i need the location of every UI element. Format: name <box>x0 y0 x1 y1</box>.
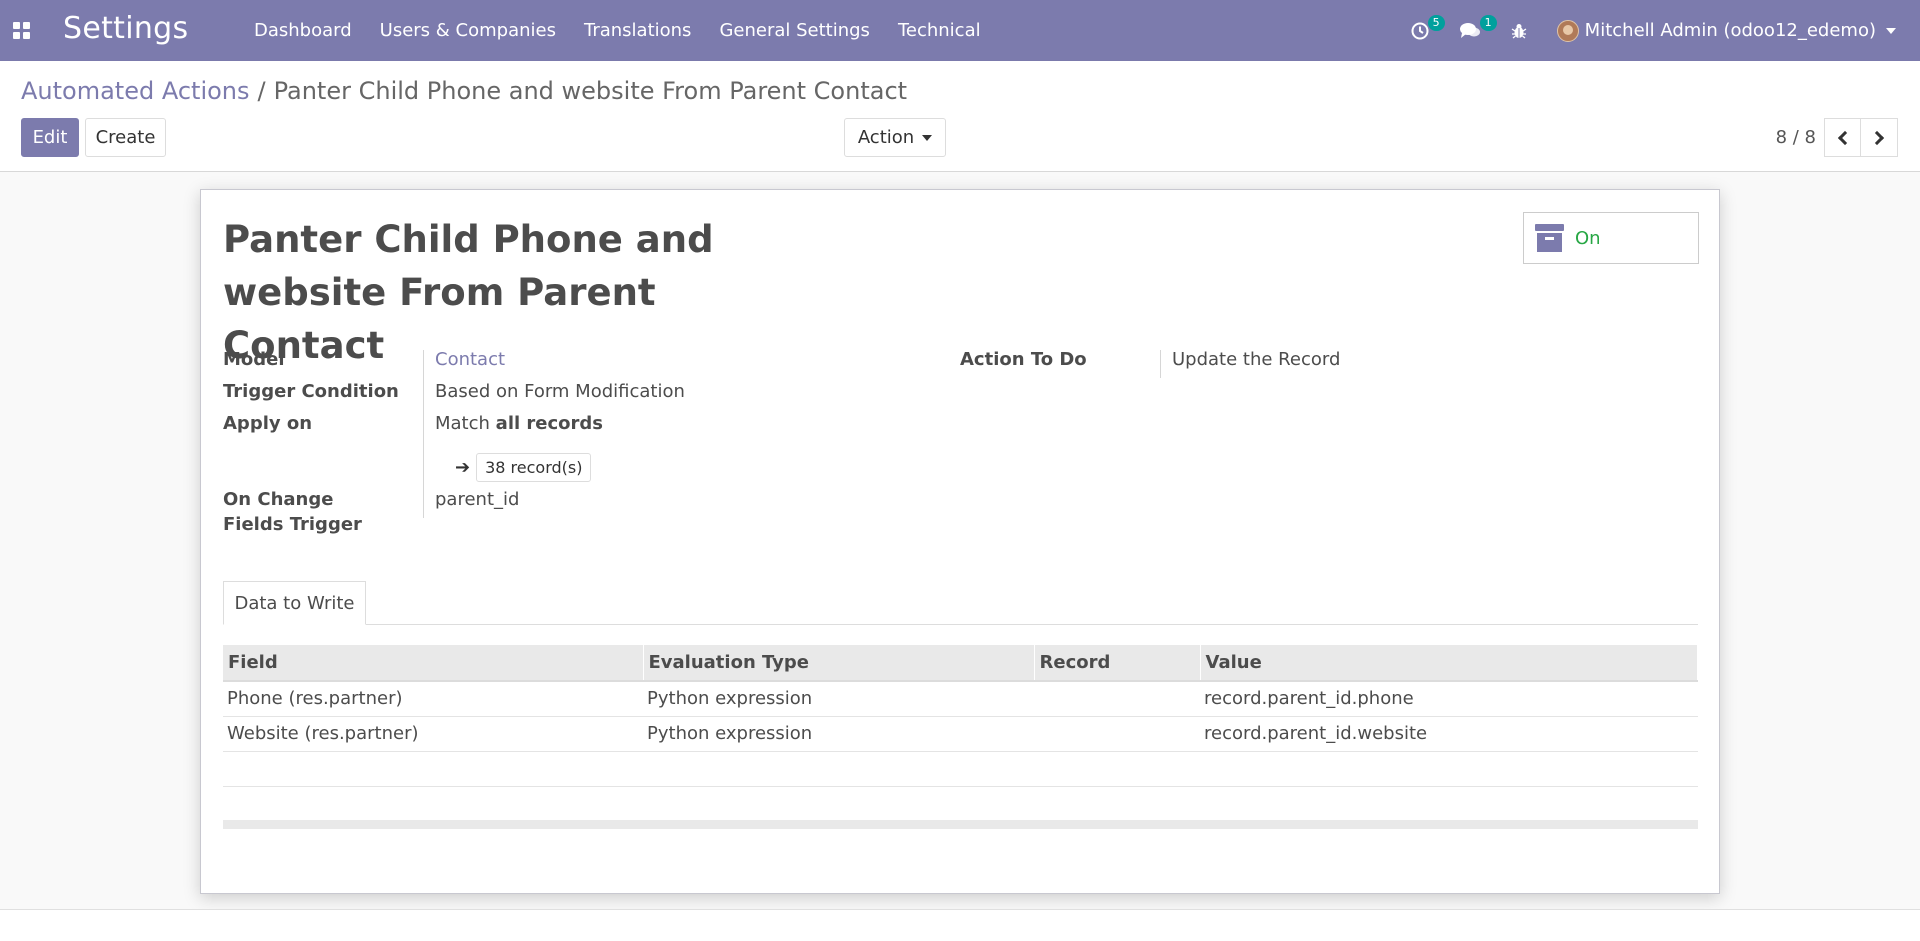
messages-badge: 1 <box>1479 15 1497 31</box>
cell-evaluation-type: Python expression <box>643 681 1034 717</box>
systray: 5 1 Mitchell Admin (odoo12_edemo) <box>1411 0 1920 61</box>
breadcrumb-current: Panter Child Phone and website From Pare… <box>273 77 908 105</box>
chevron-down-icon <box>1886 27 1896 34</box>
bottom-area <box>0 910 1920 941</box>
menu-item-technical[interactable]: Technical <box>898 20 981 41</box>
pager: 8 / 8 <box>1776 118 1898 157</box>
menu-item-general-settings[interactable]: General Settings <box>719 20 870 41</box>
on-change-fields-label: On Change Fields Trigger <box>223 489 362 535</box>
form-sheet: Panter Child Phone and website From Pare… <box>200 189 1720 894</box>
trigger-condition-value: Based on Form Modification <box>435 381 685 402</box>
create-button[interactable]: Create <box>85 118 166 157</box>
debug-button[interactable] <box>1511 0 1527 61</box>
chevron-left-icon <box>1837 130 1852 145</box>
model-label: Model <box>223 349 285 370</box>
empty-row <box>223 751 1698 787</box>
form-view: Panter Child Phone and website From Pare… <box>0 172 1920 910</box>
avatar <box>1556 19 1579 42</box>
trigger-condition-label: Trigger Condition <box>223 381 399 402</box>
activity-button[interactable]: 5 <box>1411 0 1445 61</box>
apps-grid-icon[interactable] <box>13 22 30 39</box>
action-dropdown[interactable]: Action <box>844 118 946 157</box>
action-to-do-label: Action To Do <box>960 349 1087 370</box>
menu-item-dashboard[interactable]: Dashboard <box>254 20 352 41</box>
pager-value[interactable]: 8 / 8 <box>1776 127 1816 148</box>
pager-previous-button[interactable] <box>1824 118 1861 157</box>
control-panel: Automated Actions / Panter Child Phone and… <box>0 61 1920 172</box>
active-toggle-label: On <box>1575 227 1601 249</box>
apply-on-value: Match all records <box>435 411 603 436</box>
comments-icon <box>1459 22 1480 38</box>
action-label: Action <box>857 127 915 148</box>
menu-item-translations[interactable]: Translations <box>584 20 691 41</box>
apply-on-label: Apply on <box>223 413 313 434</box>
caret-down-icon <box>922 134 933 141</box>
cell-field: Website (res.partner) <box>223 716 643 752</box>
user-name: Mitchell Admin (odoo12_edemo) <box>1584 20 1876 41</box>
records-count[interactable]: 38 record(s) <box>476 452 592 482</box>
menu-item-users-companies[interactable]: Users & Companies <box>380 20 556 41</box>
active-toggle-button[interactable]: On <box>1523 212 1699 264</box>
model-value-link[interactable]: Contact <box>435 347 505 372</box>
edit-button[interactable]: Edit <box>21 118 79 157</box>
chevron-right-icon <box>1869 130 1885 145</box>
cell-evaluation-type: Python expression <box>643 716 1034 752</box>
field-separator <box>423 350 424 518</box>
action-to-do-value: Update the Record <box>1172 349 1341 370</box>
apply-on-prefix: Match <box>435 413 490 434</box>
table-footer <box>223 820 1698 829</box>
arrow-right-icon: ➔ <box>455 456 471 478</box>
column-header-record[interactable]: Record <box>1034 645 1201 682</box>
table-row[interactable]: Website (res.partner) Python expression … <box>223 716 1698 752</box>
cell-record <box>1034 681 1200 717</box>
table-header-row: Field Evaluation Type Record Value <box>223 645 1698 682</box>
cell-value: record.parent_id.website <box>1200 716 1698 752</box>
cell-field: Phone (res.partner) <box>223 681 643 717</box>
bug-icon <box>1511 23 1527 39</box>
activity-badge: 5 <box>1427 15 1445 31</box>
table-row[interactable]: Phone (res.partner) Python expression re… <box>223 681 1698 717</box>
user-menu[interactable]: Mitchell Admin (odoo12_edemo) <box>1556 19 1896 42</box>
breadcrumb-parent[interactable]: Automated Actions <box>21 77 250 105</box>
notebook-tabs: Data to Write <box>223 581 1698 625</box>
breadcrumb-separator: / <box>257 77 266 105</box>
column-header-evaluation-type[interactable]: Evaluation Type <box>643 645 1035 682</box>
top-navbar: Settings Dashboard Users & Companies Tra… <box>0 0 1920 61</box>
pager-next-button[interactable] <box>1861 118 1898 157</box>
archive-icon <box>1535 224 1564 252</box>
column-header-value[interactable]: Value <box>1200 645 1698 682</box>
cell-value: record.parent_id.phone <box>1200 681 1698 717</box>
records-count-button[interactable]: ➔ 38 record(s) <box>455 451 592 483</box>
tab-data-to-write[interactable]: Data to Write <box>223 581 366 625</box>
data-to-write-table: Field Evaluation Type Record Value Phone… <box>223 645 1698 787</box>
field-separator <box>1160 350 1161 378</box>
column-header-field[interactable]: Field <box>223 645 644 682</box>
app-title: Settings <box>63 11 189 46</box>
apply-on-domain: all records <box>495 413 604 434</box>
on-change-fields-value: parent_id <box>435 489 520 510</box>
breadcrumb: Automated Actions / Panter Child Phone and… <box>21 77 907 105</box>
messages-button[interactable]: 1 <box>1459 0 1497 61</box>
clock-icon <box>1411 22 1429 39</box>
cell-record <box>1034 716 1200 752</box>
main-menu: Dashboard Users & Companies Translations… <box>240 0 995 61</box>
